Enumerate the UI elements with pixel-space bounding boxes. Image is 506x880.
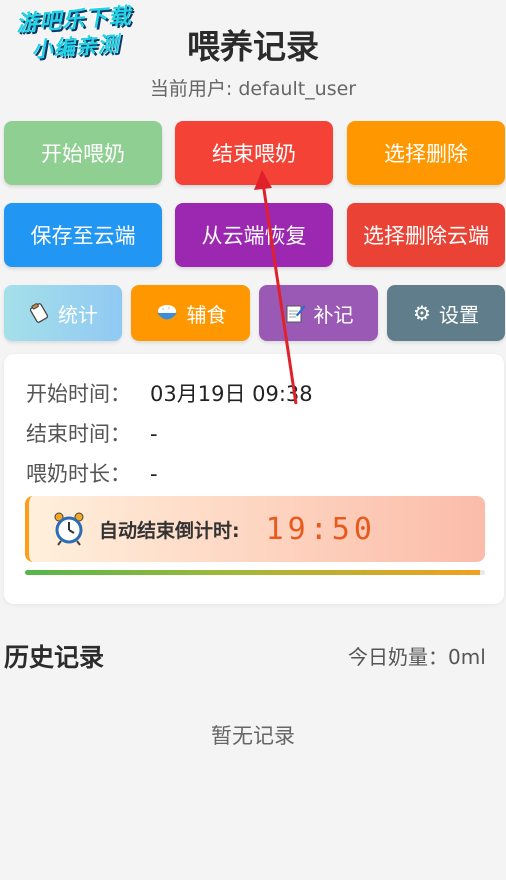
start-feeding-label: 开始喂奶 [41, 142, 125, 166]
select-delete-button[interactable]: 选择删除 [347, 121, 505, 185]
settings-button[interactable]: ⚙ 设置 [387, 285, 505, 341]
countdown-value: 19:50 [265, 511, 376, 547]
gear-icon: ⚙ [413, 301, 431, 325]
select-delete-label: 选择删除 [384, 142, 468, 166]
duration-label: 喂奶时长： [26, 462, 131, 486]
current-user-label: 当前用户: default_user [149, 78, 357, 100]
end-feeding-label: 结束喂奶 [212, 142, 296, 166]
settings-label: 设置 [438, 302, 479, 327]
feeding-status-card: 开始时间： 03月19日 09:38 结束时间： - 喂奶时长： - 自动结束倒计时: [4, 354, 504, 604]
countdown-progress-fill [25, 570, 481, 575]
select-delete-cloud-button[interactable]: 选择删除云端 [347, 203, 505, 267]
end-time-value: - [150, 422, 158, 446]
save-to-cloud-button[interactable]: 保存至云端 [4, 203, 162, 267]
alarm-clock-icon [53, 512, 85, 546]
solid-food-label: 辅食 [186, 302, 227, 327]
restore-from-cloud-button[interactable]: 从云端恢复 [175, 203, 333, 267]
start-time-value: 03月19日 09:38 [150, 382, 313, 406]
stats-label: 统计 [58, 302, 98, 327]
supplement-record-label: 补记 [313, 302, 354, 327]
feeding-record-screen: 游吧乐下载 小编亲测 喂养记录 当前用户: default_user 开始喂奶 … [0, 0, 506, 880]
restore-from-cloud-label: 从云端恢复 [201, 224, 307, 248]
end-time-label: 结束时间： [26, 422, 131, 446]
select-delete-cloud-label: 选择删除云端 [363, 224, 489, 248]
memo-icon [284, 302, 306, 324]
history-title: 历史记录 [4, 643, 105, 672]
auto-end-countdown-box: 自动结束倒计时: 19:50 [25, 496, 485, 562]
countdown-label: 自动结束倒计时: [99, 519, 240, 542]
page-title: 喂养记录 [187, 27, 319, 66]
end-feeding-button[interactable]: 结束喂奶 [175, 121, 333, 185]
clipboard-icon [28, 302, 50, 324]
empty-history-message: 暂无记录 [211, 724, 295, 748]
start-time-row: 开始时间： 03月19日 09:38 [26, 378, 313, 408]
end-time-row: 结束时间： - [26, 418, 158, 448]
stats-button[interactable]: 统计 [4, 285, 122, 341]
save-to-cloud-label: 保存至云端 [30, 224, 136, 248]
countdown-progress-bar [25, 570, 485, 575]
duration-value: - [150, 462, 158, 486]
rice-bowl-icon [155, 302, 179, 324]
start-feeding-button[interactable]: 开始喂奶 [4, 121, 162, 185]
supplement-record-button[interactable]: 补记 [259, 285, 378, 341]
start-time-label: 开始时间： [26, 382, 131, 406]
duration-row: 喂奶时长： - [26, 458, 158, 488]
solid-food-button[interactable]: 辅食 [131, 285, 250, 341]
today-milk-amount: 今日奶量：0ml [348, 645, 486, 669]
